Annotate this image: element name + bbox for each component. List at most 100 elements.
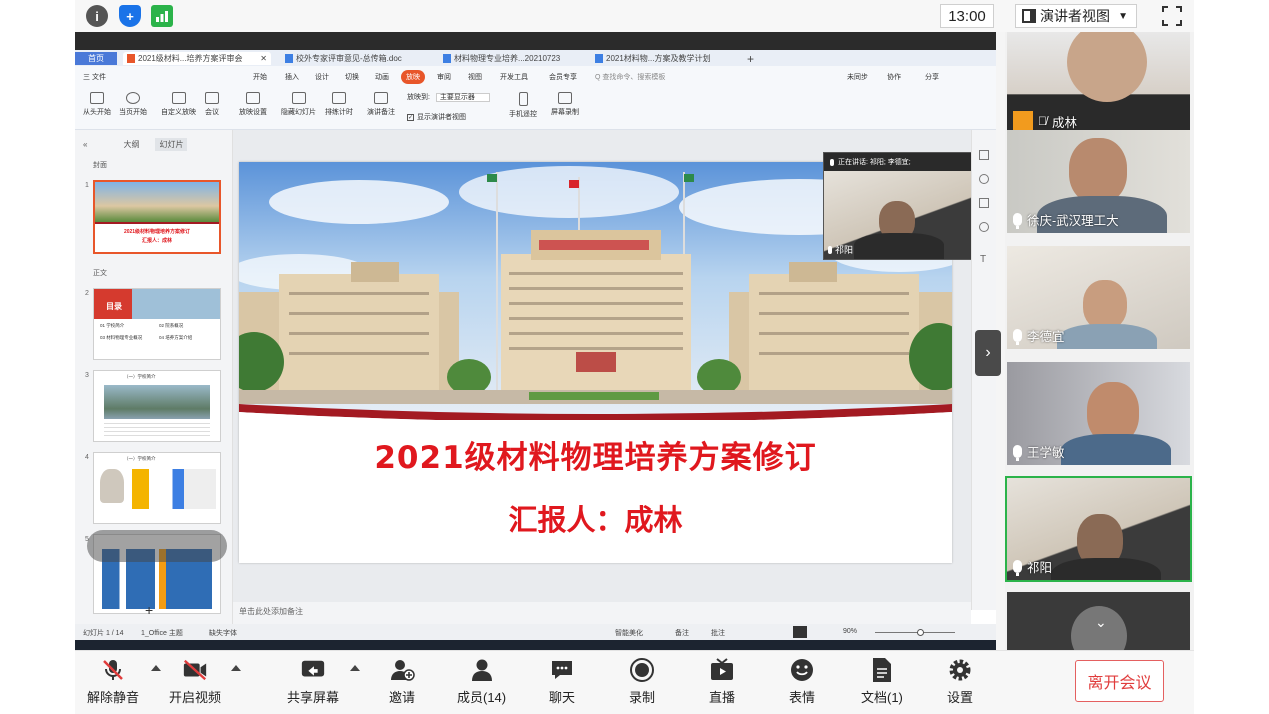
video-tile[interactable]: 徐庆-武汉理工大: [1007, 130, 1190, 233]
muted-mic-icon: [100, 657, 126, 683]
side-tool-icon[interactable]: [979, 174, 989, 184]
collapse-pane-icon[interactable]: «: [83, 140, 87, 149]
tab-home[interactable]: 首页: [75, 52, 117, 65]
menu-review[interactable]: 审阅: [437, 72, 451, 82]
display-selector[interactable]: 放映到: 主要显示器: [407, 92, 490, 102]
new-tab-icon[interactable]: +: [743, 52, 758, 65]
zoom-slider-thumb[interactable]: [917, 629, 924, 636]
tab-slides[interactable]: 幻灯片: [155, 138, 188, 151]
menu-member[interactable]: 会员专享: [549, 72, 577, 82]
add-slide-icon[interactable]: +: [145, 602, 153, 618]
video-tile-active-speaker[interactable]: 祁阳: [1005, 476, 1192, 582]
menu-developer[interactable]: 开发工具: [500, 72, 528, 82]
share-options-caret-icon[interactable]: [350, 665, 360, 671]
menu-home[interactable]: 开始: [253, 72, 267, 82]
display-select-value[interactable]: 主要显示器: [435, 93, 490, 102]
play-from-start-button[interactable]: 从头开始: [83, 92, 111, 117]
tab-outline[interactable]: 大纲: [123, 139, 139, 150]
settings-button[interactable]: 设置: [947, 657, 973, 706]
search-command-input[interactable]: Q 查找命令、搜索模板: [595, 72, 665, 82]
menu-view[interactable]: 视图: [468, 72, 482, 82]
live-stream-icon: [709, 657, 735, 683]
side-tool-icon[interactable]: [979, 222, 989, 232]
security-shield-icon[interactable]: +: [119, 5, 141, 27]
menu-design[interactable]: 设计: [315, 72, 329, 82]
live-button[interactable]: 直播: [709, 657, 735, 706]
video-tile-partial[interactable]: ⌄: [1007, 592, 1190, 650]
fullscreen-icon[interactable]: [1162, 6, 1182, 26]
floating-tools-pill[interactable]: [87, 530, 227, 562]
comments-toggle[interactable]: 批注: [711, 628, 725, 638]
collapse-video-panel-button[interactable]: ›: [975, 330, 1001, 376]
tab-major-doc[interactable]: 材料物理专业培养...20210723: [439, 52, 579, 65]
video-tile[interactable]: 王学敏: [1007, 362, 1190, 465]
phone-remote-button[interactable]: 手机遥控: [509, 92, 537, 119]
text-tool-icon[interactable]: T: [980, 254, 986, 265]
screen-record-button[interactable]: 屏幕录制: [551, 92, 579, 117]
participant-silhouette: [1067, 32, 1147, 102]
speaker-body: [854, 233, 944, 259]
thumb-text-lines: [104, 423, 210, 437]
slide-thumb-2[interactable]: 目录 01 学校简介 02 院系概况 03 材料物理专业概况 04 培养方案介绍: [93, 288, 221, 360]
meeting-icon: [205, 92, 219, 104]
share-screen-button[interactable]: 共享屏幕: [287, 657, 339, 706]
video-tile[interactable]: 李德宜: [1007, 246, 1190, 349]
meeting-button[interactable]: 会议: [205, 92, 219, 117]
rehearse-timing-button[interactable]: 排练计时: [325, 92, 353, 117]
sync-status[interactable]: 未同步: [847, 72, 868, 82]
side-tool-icon[interactable]: [979, 198, 989, 208]
members-button[interactable]: 成员(14): [457, 657, 506, 706]
tab-plan-doc[interactable]: 2021材料物...方案及教学计划: [591, 52, 731, 65]
slide-thumb-4[interactable]: （一）学校简介: [93, 452, 221, 524]
reactions-button[interactable]: 表情: [789, 657, 815, 706]
play-from-current-button[interactable]: 当页开始: [119, 92, 147, 117]
tab-presentation[interactable]: 2021级材料...培养方案评审会 ✕: [123, 52, 271, 65]
participant-body: [1051, 558, 1161, 580]
slide-thumbnail-pane: « 大纲 幻灯片 封面 1 2021级材料物理培养方案修订 汇报人：成林 正文 …: [75, 130, 233, 624]
missing-font-button[interactable]: 缺失字体: [209, 628, 237, 638]
slide-thumb-1[interactable]: 2021级材料物理培养方案修订 汇报人：成林: [93, 180, 221, 254]
custom-show-button[interactable]: 自定义放映: [161, 92, 196, 117]
tab-review-doc[interactable]: 校外专家评审意见-总传箱.doc: [281, 52, 425, 65]
participant-body: [1057, 324, 1157, 349]
signal-strength-icon[interactable]: [151, 5, 173, 27]
share-doc-button[interactable]: 分享: [925, 72, 939, 82]
chat-icon: [549, 657, 575, 683]
video-options-caret-icon[interactable]: [231, 665, 241, 671]
participant-head: [1069, 138, 1127, 204]
hide-slide-button[interactable]: 隐藏幻灯片: [281, 92, 316, 117]
menu-file[interactable]: 三 文件: [83, 72, 106, 82]
mic-icon: [1013, 329, 1022, 345]
close-icon[interactable]: ✕: [260, 54, 267, 63]
speaker-notes-button[interactable]: 演讲备注: [367, 92, 395, 117]
menu-transition[interactable]: 切换: [345, 72, 359, 82]
slideshow-settings-button[interactable]: 放映设置: [239, 92, 267, 117]
menu-insert[interactable]: 插入: [285, 72, 299, 82]
info-icon[interactable]: i: [86, 5, 108, 27]
leave-meeting-button[interactable]: 离开会议: [1075, 660, 1164, 702]
collaborate-button[interactable]: 协作: [887, 72, 901, 82]
participant-body: [1061, 434, 1171, 465]
active-speaker-window[interactable]: 正在讲话: 祁阳; 李德宜; 祁阳: [823, 152, 973, 260]
smart-beautify-button[interactable]: 智能美化: [615, 628, 643, 638]
unmute-button[interactable]: 解除静音: [87, 657, 139, 706]
video-tile[interactable]: 🎙̸ 成林: [1007, 32, 1190, 135]
menu-animation[interactable]: 动画: [375, 72, 389, 82]
view-mode-dropdown[interactable]: 演讲者视图 ▼: [1015, 4, 1137, 28]
chat-button[interactable]: 聊天: [549, 657, 575, 706]
record-button[interactable]: 录制: [629, 657, 655, 706]
invite-button[interactable]: 邀请: [389, 657, 415, 706]
zoom-slider[interactable]: [875, 632, 955, 633]
notes-pane[interactable]: 单击此处添加备注: [233, 602, 971, 624]
side-tool-icon[interactable]: [979, 150, 989, 160]
scroll-down-icon[interactable]: ⌄: [1095, 614, 1107, 631]
notes-toggle[interactable]: 备注: [675, 628, 689, 638]
documents-button[interactable]: 文档(1): [861, 657, 903, 706]
start-video-button[interactable]: 开启视频: [169, 657, 221, 706]
document-icon: [869, 657, 895, 683]
audio-options-caret-icon[interactable]: [151, 665, 161, 671]
slide-thumb-3[interactable]: （一）学校简介: [93, 370, 221, 442]
presenter-view-checkbox[interactable]: ✓ 显示演讲者视图: [407, 112, 466, 122]
play-slideshow-icon[interactable]: [793, 626, 807, 638]
menu-slideshow[interactable]: 放映: [401, 70, 425, 84]
